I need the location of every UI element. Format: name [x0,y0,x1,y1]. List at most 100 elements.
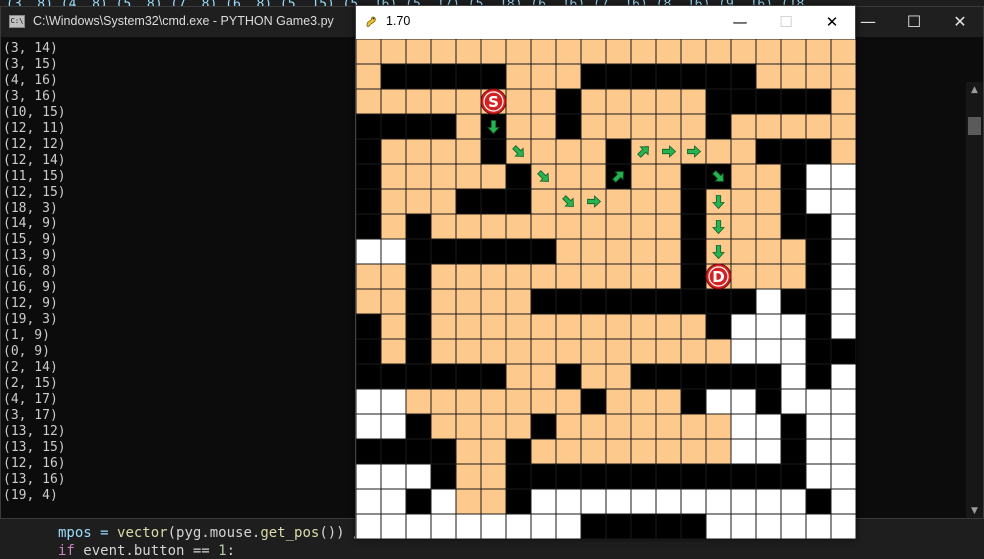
wall-cell[interactable] [780,163,807,190]
visited-cell[interactable] [605,413,632,440]
cmd-scrollbar[interactable]: ▲ ▼ [966,37,983,518]
visited-cell[interactable] [605,263,632,290]
visited-cell[interactable] [580,88,607,115]
visited-cell[interactable] [480,388,507,415]
visited-cell[interactable] [605,113,632,140]
wall-cell[interactable] [680,238,707,265]
visited-cell[interactable] [630,313,657,340]
visited-cell[interactable] [505,388,532,415]
wall-cell[interactable] [480,63,507,90]
wall-cell[interactable] [655,63,682,90]
visited-cell[interactable] [580,138,607,165]
open-cell[interactable] [830,413,856,440]
open-cell[interactable] [555,513,582,539]
wall-cell[interactable] [356,188,382,215]
visited-cell[interactable] [580,238,607,265]
visited-cell[interactable] [380,88,407,115]
visited-cell[interactable] [405,88,432,115]
open-cell[interactable] [380,488,407,515]
visited-cell[interactable] [680,338,707,365]
cmd-close-button[interactable]: ✕ [937,7,983,37]
visited-cell[interactable] [655,188,682,215]
visited-cell[interactable] [780,39,807,65]
wall-cell[interactable] [705,288,732,315]
open-cell[interactable] [830,288,856,315]
visited-cell[interactable] [705,413,732,440]
visited-cell[interactable] [605,363,632,390]
open-cell[interactable] [480,513,507,539]
wall-cell[interactable] [580,63,607,90]
visited-cell[interactable] [455,163,482,190]
open-cell[interactable] [755,413,782,440]
wall-cell[interactable] [405,63,432,90]
visited-cell[interactable] [655,338,682,365]
visited-cell[interactable] [830,39,856,65]
visited-cell[interactable] [630,163,657,190]
visited-cell[interactable] [630,188,657,215]
visited-cell[interactable] [630,263,657,290]
visited-cell[interactable] [555,388,582,415]
visited-cell[interactable] [730,188,757,215]
visited-cell[interactable] [555,63,582,90]
visited-cell[interactable] [705,138,732,165]
wall-cell[interactable] [380,438,407,465]
wall-cell[interactable] [780,413,807,440]
open-cell[interactable] [755,438,782,465]
visited-cell[interactable] [530,263,557,290]
visited-cell[interactable] [505,363,532,390]
visited-cell[interactable] [605,88,632,115]
visited-cell[interactable] [755,188,782,215]
visited-cell[interactable] [580,39,607,65]
open-cell[interactable] [530,488,557,515]
wall-cell[interactable] [555,113,582,140]
visited-cell[interactable] [480,213,507,240]
wall-cell[interactable] [705,113,732,140]
wall-cell[interactable] [530,238,557,265]
visited-cell[interactable] [380,39,407,65]
visited-cell[interactable] [580,413,607,440]
open-cell[interactable] [730,513,757,539]
visited-cell[interactable] [480,313,507,340]
wall-cell[interactable] [405,438,432,465]
visited-cell[interactable] [530,213,557,240]
visited-cell[interactable] [555,138,582,165]
open-cell[interactable] [356,463,382,490]
visited-cell[interactable] [680,313,707,340]
wall-cell[interactable] [505,163,532,190]
visited-cell[interactable] [730,238,757,265]
wall-cell[interactable] [405,338,432,365]
pygame-close-button[interactable]: ✕ [809,6,855,39]
open-cell[interactable] [830,163,856,190]
visited-cell[interactable] [655,238,682,265]
wall-cell[interactable] [555,463,582,490]
visited-cell[interactable] [455,438,482,465]
visited-cell[interactable] [580,263,607,290]
visited-cell[interactable] [655,113,682,140]
open-cell[interactable] [780,338,807,365]
wall-cell[interactable] [405,313,432,340]
wall-cell[interactable] [580,288,607,315]
visited-cell[interactable] [630,338,657,365]
open-cell[interactable] [380,463,407,490]
visited-cell[interactable] [430,388,457,415]
visited-cell[interactable] [555,338,582,365]
visited-cell[interactable] [630,388,657,415]
wall-cell[interactable] [805,488,832,515]
visited-cell[interactable] [405,388,432,415]
open-cell[interactable] [805,438,832,465]
open-cell[interactable] [780,513,807,539]
open-cell[interactable] [655,488,682,515]
visited-cell[interactable] [505,88,532,115]
wall-cell[interactable] [405,263,432,290]
wall-cell[interactable] [655,463,682,490]
wall-cell[interactable] [430,438,457,465]
visited-cell[interactable] [380,313,407,340]
wall-cell[interactable] [405,488,432,515]
visited-cell[interactable] [430,39,457,65]
open-cell[interactable] [380,413,407,440]
visited-cell[interactable] [455,39,482,65]
visited-cell[interactable] [430,338,457,365]
visited-cell[interactable] [356,288,382,315]
open-cell[interactable] [680,488,707,515]
wall-cell[interactable] [605,288,632,315]
